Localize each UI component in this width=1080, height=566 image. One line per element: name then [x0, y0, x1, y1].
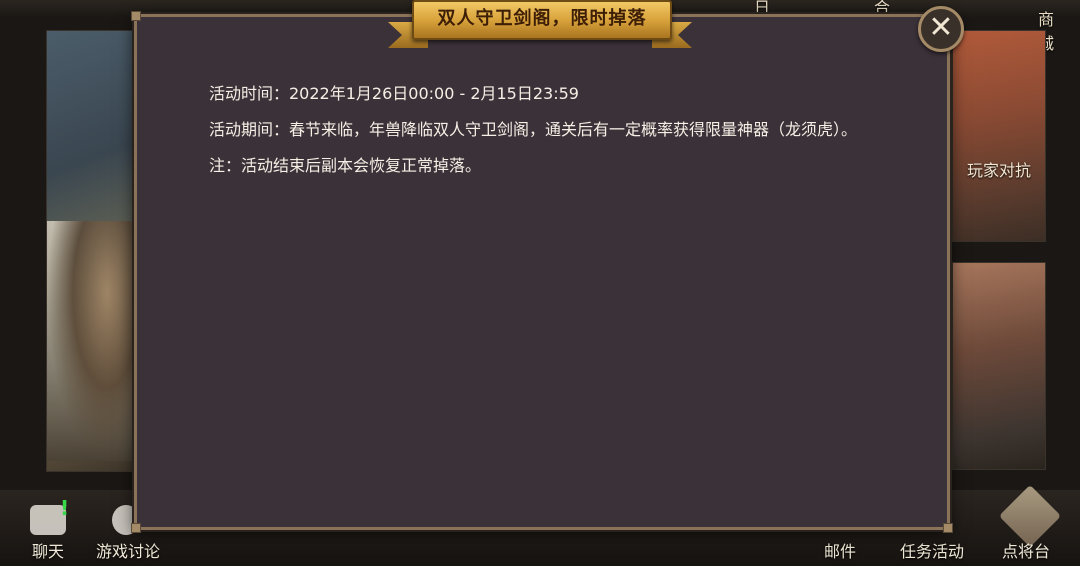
close-button[interactable]: ✕: [918, 6, 964, 52]
hero-portrait: [47, 221, 147, 461]
tasks-button[interactable]: 任务活动: [900, 538, 964, 562]
corner-ornament: [943, 523, 953, 533]
left-banner-image[interactable]: [46, 30, 148, 472]
chat-button[interactable]: 聊天: [32, 538, 64, 562]
close-icon: ✕: [928, 10, 954, 45]
battle-card[interactable]: [952, 262, 1046, 470]
dialog-title: 双人守卫剑阁，限时掉落: [412, 0, 672, 40]
pvp-card[interactable]: 玩家对抗: [952, 30, 1046, 242]
shop-button[interactable]: 商城: [1038, 6, 1054, 53]
dialog-title-banner: 双人守卫剑阁，限时掉落: [388, 0, 692, 48]
event-time-line: 活动时间：2022年1月26日00:00 - 2月15日23:59: [209, 84, 579, 103]
discussion-button[interactable]: 游戏讨论: [96, 538, 160, 562]
pvp-card-label: 玩家对抗: [966, 161, 1031, 180]
event-note-line: 注：活动结束后副本会恢复正常掉落。: [209, 156, 482, 175]
chat-notification-badge: !: [60, 496, 70, 520]
event-description-line: 活动期间：春节来临，年兽降临双人守卫剑阁，通关后有一定概率获得限量神器（龙须虎）…: [209, 120, 858, 139]
corner-ornament: [131, 523, 141, 533]
corner-ornament: [131, 11, 141, 21]
dialog-content: 活动时间：2022年1月26日00:00 - 2月15日23:59 活动期间：春…: [209, 83, 889, 191]
general-button[interactable]: 点将台: [1002, 538, 1050, 562]
event-dialog: 活动时间：2022年1月26日00:00 - 2月15日23:59 活动期间：春…: [131, 11, 953, 533]
mail-button[interactable]: 邮件: [824, 538, 856, 562]
